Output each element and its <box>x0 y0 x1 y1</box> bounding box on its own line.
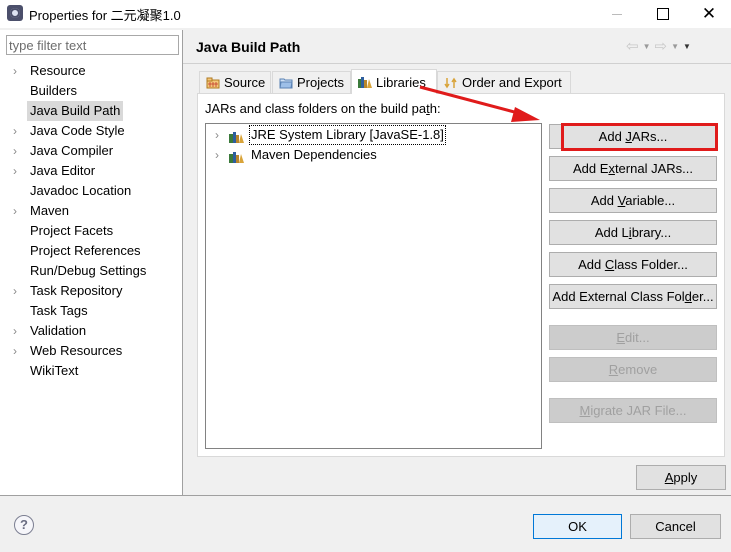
order-export-icon <box>444 77 458 89</box>
expand-chevron-icon[interactable]: › <box>13 121 17 141</box>
sidebar-item-label: Web Resources <box>30 343 123 358</box>
library-label: Maven Dependencies <box>251 147 377 162</box>
sidebar-item-maven[interactable]: › Maven <box>0 201 182 221</box>
tab-label: Order and Export <box>462 75 562 90</box>
page-title: Java Build Path <box>196 39 301 55</box>
expand-chevron-icon[interactable]: › <box>215 125 219 145</box>
tab-libraries[interactable]: Libraries <box>351 69 437 94</box>
sidebar-item-project-references[interactable]: Project References <box>0 241 182 261</box>
property-page-tree: › Resource Builders Java Build Path › Java Co… <box>0 30 183 495</box>
sidebar-item-label: Project References <box>30 243 141 258</box>
sidebar-item-label: Java Compiler <box>30 143 114 158</box>
expand-chevron-icon[interactable]: › <box>13 281 17 301</box>
sidebar-item-label: Java Editor <box>30 163 96 178</box>
filter-input[interactable] <box>6 35 179 55</box>
project-folder-icon <box>279 77 293 89</box>
tab-order-and-export[interactable]: Order and Export <box>437 71 571 93</box>
footer-divider <box>0 495 731 496</box>
sidebar-item-label: Task Tags <box>30 303 88 318</box>
forward-history-dropdown-icon[interactable]: ▼ <box>671 42 679 51</box>
sidebar-item-label: Run/Debug Settings <box>30 263 147 278</box>
sidebar-item-project-facets[interactable]: Project Facets <box>0 221 182 241</box>
title-bar: Properties for 二元凝聚1.0 ✕ <box>0 0 731 28</box>
library-icon <box>229 149 245 163</box>
sidebar-item-label: WikiText <box>30 363 79 378</box>
library-label: JRE System Library [JavaSE-1.8] <box>249 125 446 145</box>
expand-chevron-icon[interactable]: › <box>13 61 17 81</box>
sidebar-item-label: Maven <box>30 203 70 218</box>
sidebar-item-task-repository[interactable]: › Task Repository <box>0 281 182 301</box>
tab-label: Libraries <box>376 74 426 90</box>
build-path-list-label: JARs and class folders on the build path… <box>205 101 441 116</box>
add-library-button[interactable]: Add Library... <box>549 220 717 245</box>
window-title: Properties for 二元凝聚1.0 <box>29 8 181 23</box>
sidebar-item-java-compiler[interactable]: › Java Compiler <box>0 141 182 161</box>
sidebar-item-task-tags[interactable]: Task Tags <box>0 301 182 321</box>
sidebar-item-run-debug-settings[interactable]: Run/Debug Settings <box>0 261 182 281</box>
eclipse-app-icon <box>7 5 23 21</box>
expand-chevron-icon[interactable]: › <box>13 161 17 181</box>
edit-button[interactable]: Edit... <box>549 325 717 350</box>
help-icon[interactable]: ? <box>14 515 34 535</box>
source-folder-icon <box>206 77 220 89</box>
minimize-button[interactable] <box>594 0 640 28</box>
expand-chevron-icon[interactable]: › <box>13 341 17 361</box>
add-class-folder-button[interactable]: Add Class Folder... <box>549 252 717 277</box>
sidebar-item-resource[interactable]: › Resource <box>0 61 182 81</box>
tab-label: Projects <box>297 75 344 90</box>
close-icon: ✕ <box>701 4 717 23</box>
sidebar-item-javadoc-location[interactable]: Javadoc Location <box>0 181 182 201</box>
add-variable-button[interactable]: Add Variable... <box>549 188 717 213</box>
sidebar-item-label: Javadoc Location <box>30 183 132 198</box>
back-history-dropdown-icon[interactable]: ▼ <box>643 42 651 51</box>
tab-source[interactable]: Source <box>199 71 271 93</box>
page-navigation: ⇦ ▼ ⇨ ▼ ▼ <box>626 37 691 55</box>
sidebar-item-java-editor[interactable]: › Java Editor <box>0 161 182 181</box>
sidebar-item-label: Project Facets <box>30 223 114 238</box>
close-button[interactable]: ✕ <box>686 0 731 28</box>
library-icon <box>229 129 245 143</box>
tab-label: Source <box>224 75 266 90</box>
view-menu-icon[interactable]: ▼ <box>683 42 691 51</box>
header-divider <box>183 63 731 64</box>
apply-button[interactable]: Apply <box>636 465 726 490</box>
maximize-icon <box>657 8 669 20</box>
expand-chevron-icon[interactable]: › <box>215 145 219 165</box>
sidebar-item-label: Task Repository <box>30 283 123 298</box>
ok-button[interactable]: OK <box>533 514 622 539</box>
add-external-jars-button[interactable]: Add External JARs... <box>549 156 717 181</box>
sidebar-item-validation[interactable]: › Validation <box>0 321 182 341</box>
library-icon <box>358 76 372 88</box>
sidebar-item-web-resources[interactable]: › Web Resources <box>0 341 182 361</box>
sidebar-item-java-build-path[interactable]: Java Build Path <box>0 101 182 121</box>
minimize-icon <box>612 13 622 15</box>
maximize-button[interactable] <box>640 0 686 28</box>
remove-button[interactable]: Remove <box>549 357 717 382</box>
sidebar-item-label: Java Build Path <box>27 101 124 121</box>
tab-projects[interactable]: Projects <box>272 71 351 93</box>
sidebar-item-builders[interactable]: Builders <box>0 81 182 101</box>
expand-chevron-icon[interactable]: › <box>13 321 17 341</box>
back-arrow-icon[interactable]: ⇦ <box>626 37 639 55</box>
forward-arrow-icon[interactable]: ⇨ <box>655 37 668 55</box>
sidebar-item-wikitext[interactable]: WikiText <box>0 361 182 381</box>
add-external-class-folder-button[interactable]: Add External Class Folder... <box>549 284 717 309</box>
sidebar-item-java-code-style[interactable]: › Java Code Style <box>0 121 182 141</box>
expand-chevron-icon[interactable]: › <box>13 141 17 161</box>
annotation-highlight-box <box>561 123 718 151</box>
migrate-jar-file-button[interactable]: Migrate JAR File... <box>549 398 717 423</box>
sidebar-item-label: Validation <box>30 323 87 338</box>
sidebar-item-label: Java Code Style <box>30 123 125 138</box>
cancel-button[interactable]: Cancel <box>630 514 721 539</box>
expand-chevron-icon[interactable]: › <box>13 201 17 221</box>
sidebar-item-label: Builders <box>30 83 77 98</box>
build-path-library-tree[interactable]: › JRE System Library [JavaSE-1.8] › Mave… <box>205 123 542 449</box>
sidebar-item-label: Resource <box>30 63 86 78</box>
